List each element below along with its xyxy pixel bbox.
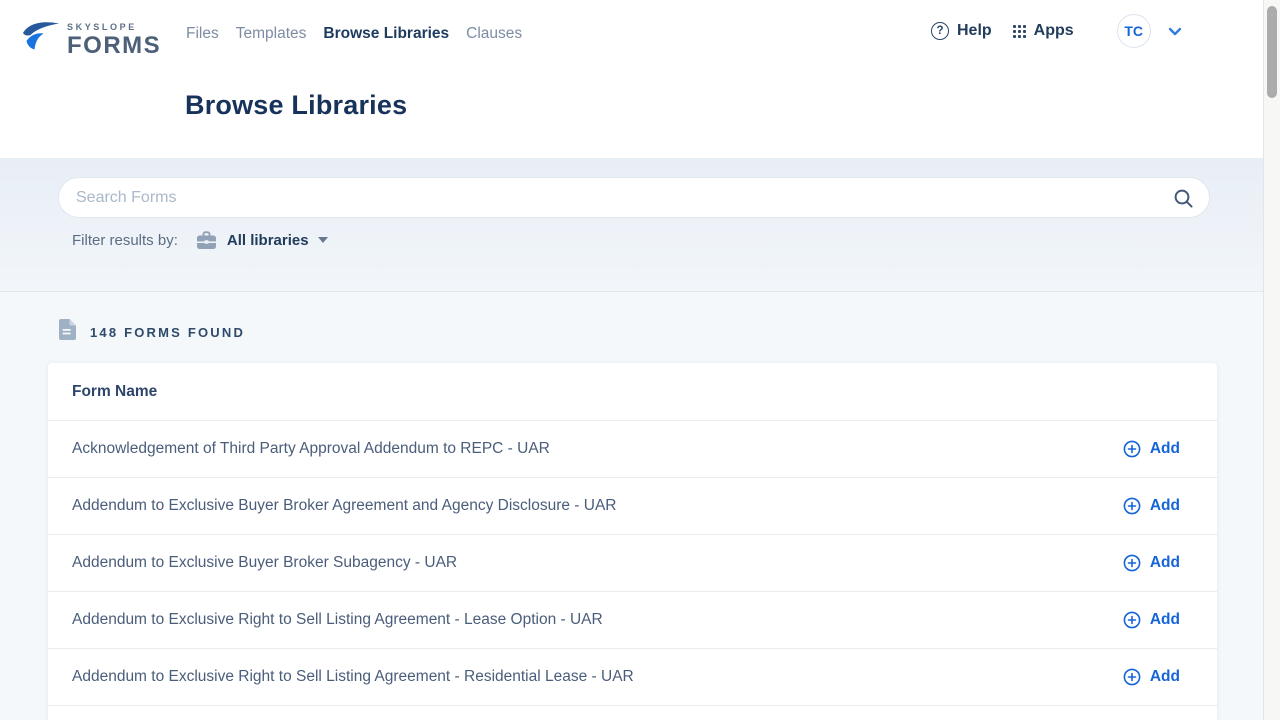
add-form-button[interactable]: Add xyxy=(1123,554,1180,572)
add-form-button[interactable]: Add xyxy=(1123,440,1180,458)
apps-button[interactable]: Apps xyxy=(1013,22,1074,40)
header-actions: ? Help Apps TC xyxy=(931,14,1182,48)
apps-label: Apps xyxy=(1034,22,1074,40)
search-filter-section: Filter results by: All libraries xyxy=(0,158,1280,292)
library-filter-dropdown[interactable]: All libraries xyxy=(227,232,328,249)
search-icon[interactable] xyxy=(1173,188,1194,214)
table-row[interactable]: Addendum to Exclusive Buyer Broker Agree… xyxy=(48,477,1217,534)
search-input[interactable] xyxy=(59,178,1209,217)
table-row[interactable]: Acknowledgement of Third Party Approval … xyxy=(48,420,1217,477)
caret-down-icon xyxy=(318,237,328,243)
help-question-icon: ? xyxy=(931,22,949,40)
help-button[interactable]: ? Help xyxy=(931,22,992,40)
form-name: Addendum to Exclusive Right to Sell List… xyxy=(72,668,634,686)
form-name: Addendum to Exclusive Buyer Broker Agree… xyxy=(72,497,616,515)
account-menu-button[interactable] xyxy=(1168,27,1182,36)
help-label: Help xyxy=(957,22,992,40)
add-button-label: Add xyxy=(1150,611,1180,629)
add-form-button[interactable]: Add xyxy=(1123,668,1180,686)
add-button-label: Add xyxy=(1150,497,1180,515)
brand-skyslope-label: SKYSLOPE xyxy=(67,23,161,32)
skyslope-forms-logo[interactable]: SKYSLOPE FORMS xyxy=(22,20,161,58)
nav-item-clauses[interactable]: Clauses xyxy=(466,25,522,43)
filter-label: Filter results by: xyxy=(72,232,178,249)
forms-table: Form Name Acknowledgement of Third Party… xyxy=(48,363,1217,720)
form-name: Addendum to Exclusive Right to Sell List… xyxy=(72,611,603,629)
filter-row: Filter results by: All libraries xyxy=(72,229,328,251)
forms-found-status: 148 FORMS FOUND xyxy=(59,319,245,345)
table-row[interactable]: Addendum to Exclusive Right to Sell List… xyxy=(48,591,1217,648)
table-row-partial[interactable] xyxy=(48,705,1217,720)
nav-item-files[interactable]: Files xyxy=(186,25,219,43)
search-bar xyxy=(58,177,1210,218)
vertical-scrollbar[interactable] xyxy=(1263,0,1280,720)
briefcase-icon xyxy=(196,231,217,250)
plus-circle-icon xyxy=(1123,440,1141,458)
plus-circle-icon xyxy=(1123,611,1141,629)
table-row[interactable]: Addendum to Exclusive Right to Sell List… xyxy=(48,648,1217,705)
add-button-label: Add xyxy=(1150,554,1180,572)
plus-circle-icon xyxy=(1123,668,1141,686)
add-button-label: Add xyxy=(1150,440,1180,458)
add-button-label: Add xyxy=(1150,668,1180,686)
main-navigation: Files Templates Browse Libraries Clauses xyxy=(186,25,522,43)
results-section: 148 FORMS FOUND Form Name Acknowledgemen… xyxy=(0,292,1280,720)
user-avatar[interactable]: TC xyxy=(1117,14,1151,48)
skyslope-swoosh-icon xyxy=(22,20,60,56)
brand-text: SKYSLOPE FORMS xyxy=(67,23,161,58)
scrollbar-thumb[interactable] xyxy=(1267,6,1277,98)
add-form-button[interactable]: Add xyxy=(1123,497,1180,515)
chevron-down-icon xyxy=(1168,27,1182,36)
table-header-form-name: Form Name xyxy=(48,363,1217,420)
filter-selected-value: All libraries xyxy=(227,232,309,249)
page-title: Browse Libraries xyxy=(185,90,407,121)
plus-circle-icon xyxy=(1123,554,1141,572)
apps-grid-icon xyxy=(1013,25,1026,38)
brand-forms-label: FORMS xyxy=(67,34,161,58)
plus-circle-icon xyxy=(1123,497,1141,515)
top-header: SKYSLOPE FORMS Files Templates Browse Li… xyxy=(0,0,1280,158)
forms-found-count: 148 FORMS FOUND xyxy=(90,325,245,340)
document-icon xyxy=(59,319,76,345)
nav-item-templates[interactable]: Templates xyxy=(236,25,307,43)
add-form-button[interactable]: Add xyxy=(1123,611,1180,629)
form-name: Acknowledgement of Third Party Approval … xyxy=(72,440,550,458)
nav-item-browse-libraries[interactable]: Browse Libraries xyxy=(323,25,449,43)
table-row[interactable]: Addendum to Exclusive Buyer Broker Subag… xyxy=(48,534,1217,591)
form-name: Addendum to Exclusive Buyer Broker Subag… xyxy=(72,554,457,572)
